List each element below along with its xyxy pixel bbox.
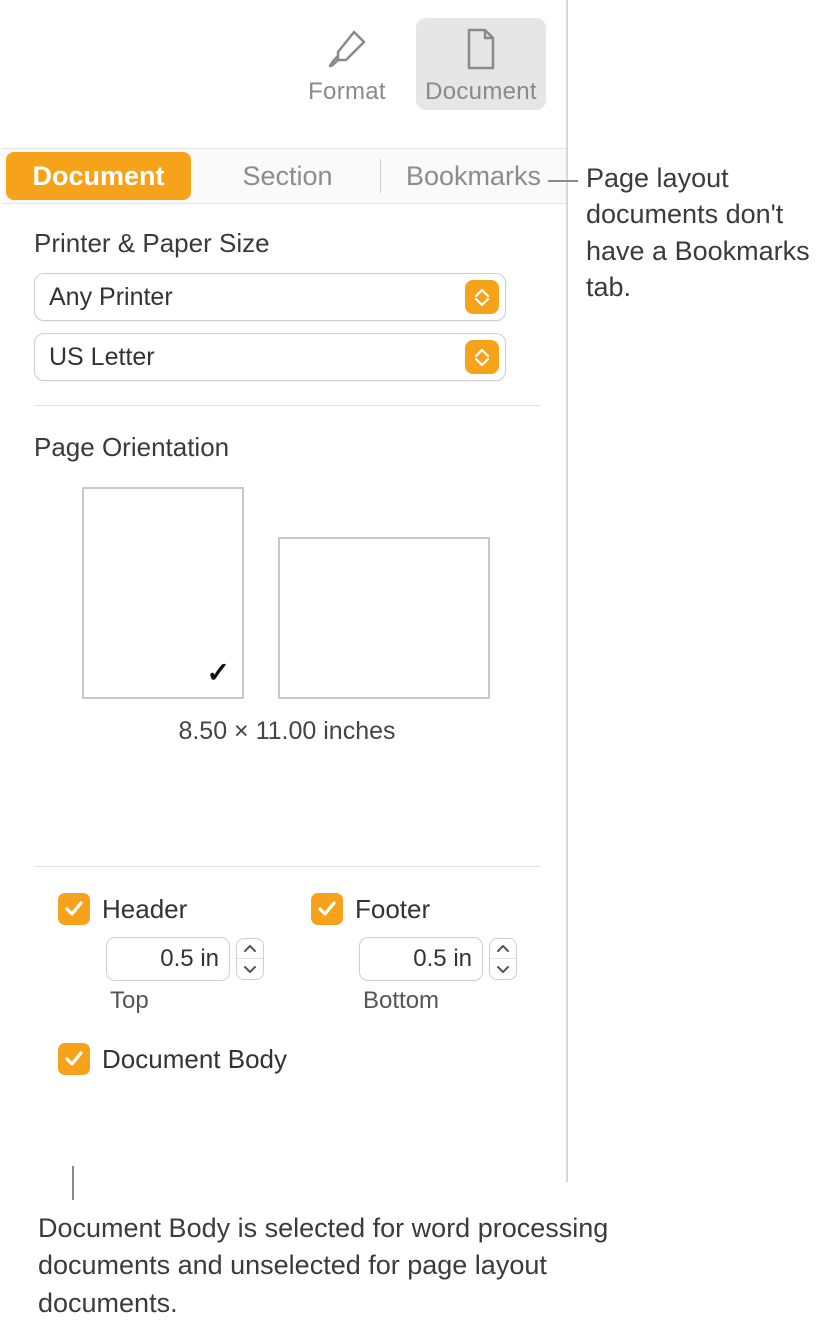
document-button[interactable]: Document [416,18,546,110]
header-value-input[interactable]: 0.5 in [106,937,230,981]
page-dimensions: 8.50 × 11.00 inches [82,717,492,746]
orientation-landscape[interactable] [278,537,490,699]
header-stepper: 0.5 in [106,937,287,981]
footer-label: Footer [355,894,430,925]
popup-chevron-icon [465,280,499,314]
header-checkbox[interactable] [58,893,90,925]
brush-icon [324,26,370,72]
format-button[interactable]: Format [282,18,412,110]
tabs: Document Section Bookmarks [2,148,566,204]
footer-checkbox-row: Footer [311,893,540,925]
printer-section-title: Printer & Paper Size [34,228,540,259]
toolbar: Format Document [2,0,566,148]
footer-checkbox[interactable] [311,893,343,925]
header-col: Header 0.5 in Top [58,893,287,1015]
popup-chevron-icon [465,340,499,374]
document-body-checkbox[interactable] [58,1043,90,1075]
document-body-row: Document Body [34,1043,540,1075]
callout-line [72,1166,74,1200]
inspector-panel: Format Document Document Section Bookmar… [2,0,568,1182]
orientation-title: Page Orientation [34,432,540,463]
footer-stepper-buttons[interactable] [489,938,517,980]
printer-popup[interactable]: Any Printer [34,273,506,321]
callout-bookmarks: Page layout documents don't have a Bookm… [586,160,825,306]
tab-document[interactable]: Document [6,152,191,200]
check-icon: ✓ [207,656,230,689]
orientation-row: ✓ [34,487,540,699]
header-stepper-buttons[interactable] [236,938,264,980]
footer-sublabel: Bottom [363,987,540,1015]
document-body-label: Document Body [102,1044,287,1075]
tab-section[interactable]: Section [195,148,380,204]
stepper-up-icon[interactable] [490,939,516,959]
document-button-label: Document [425,78,537,106]
divider [34,405,540,406]
format-button-label: Format [308,78,386,106]
inspector-content: Printer & Paper Size Any Printer US Lett… [2,204,566,1075]
header-footer-row: Header 0.5 in Top Footer [34,893,540,1015]
footer-value-input[interactable]: 0.5 in [359,937,483,981]
paper-value: US Letter [35,343,465,372]
callout-document-body: Document Body is selected for word proce… [38,1210,658,1322]
printer-value: Any Printer [35,283,465,312]
paper-size-popup[interactable]: US Letter [34,333,506,381]
document-icon [461,26,501,72]
callout-line [548,180,578,182]
stepper-down-icon[interactable] [237,959,263,979]
orientation-portrait[interactable]: ✓ [82,487,244,699]
footer-stepper: 0.5 in [359,937,540,981]
header-label: Header [102,894,187,925]
footer-col: Footer 0.5 in Bottom [311,893,540,1015]
stepper-up-icon[interactable] [237,939,263,959]
divider [34,866,540,867]
header-sublabel: Top [110,987,287,1015]
stepper-down-icon[interactable] [490,959,516,979]
header-checkbox-row: Header [58,893,287,925]
tab-bookmarks[interactable]: Bookmarks [381,148,566,204]
